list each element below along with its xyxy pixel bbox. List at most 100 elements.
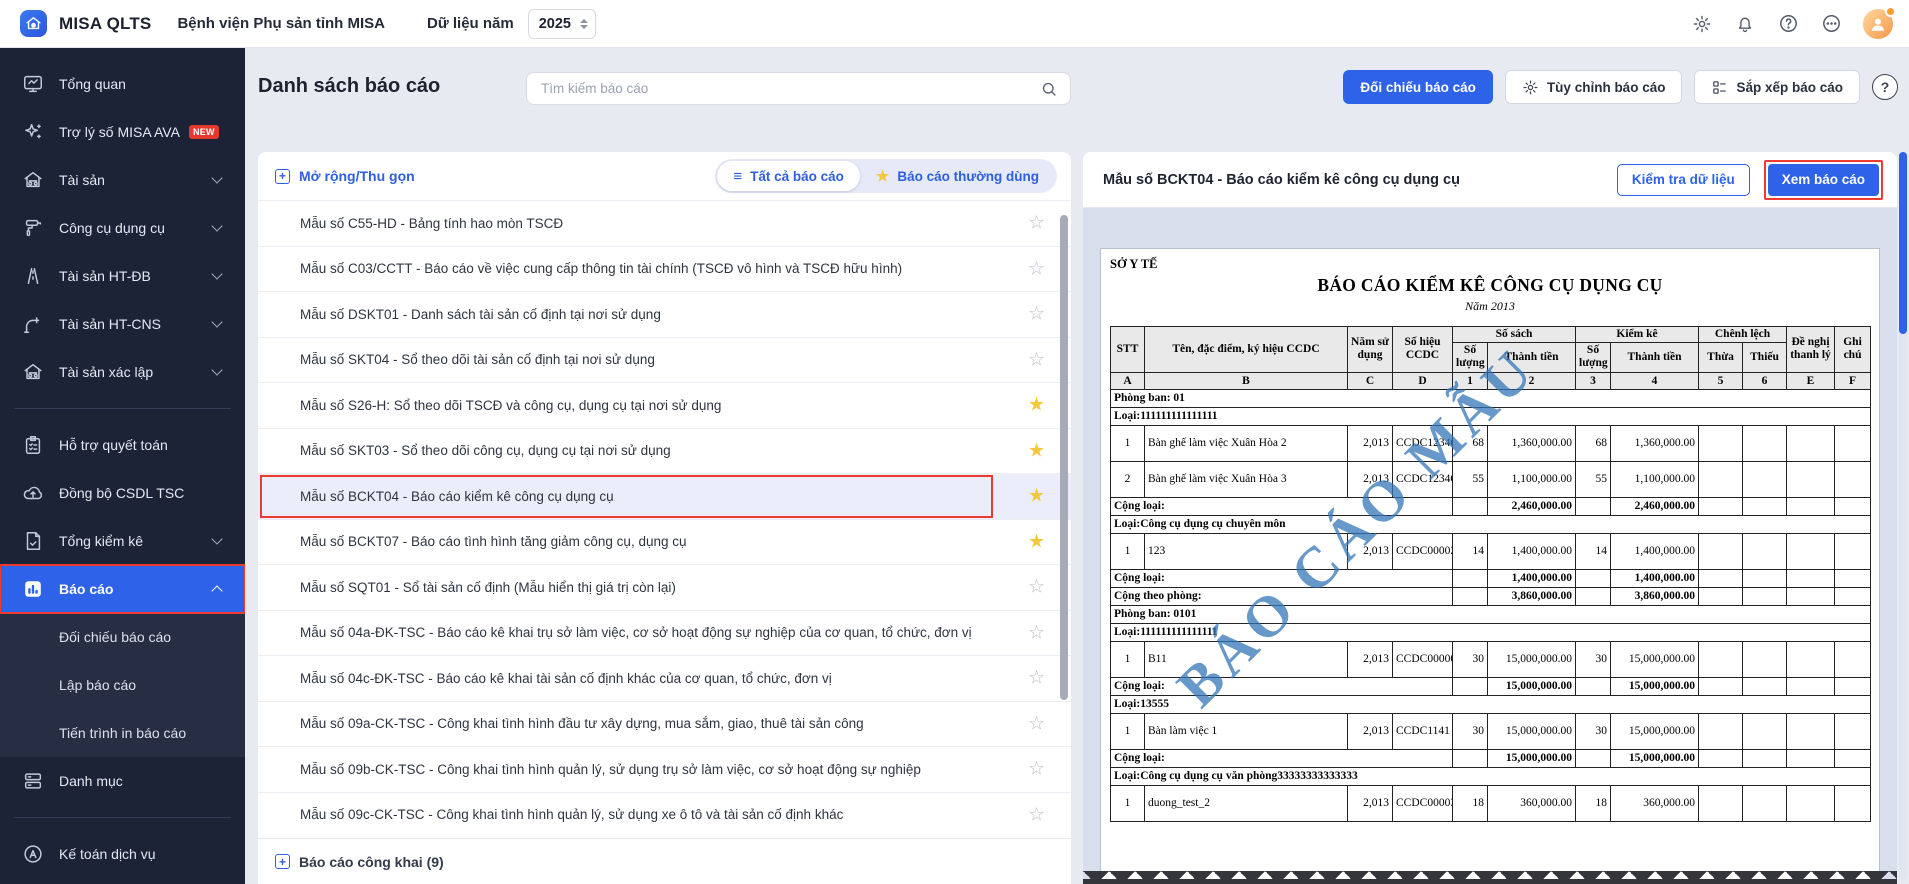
report-list-item[interactable]: Mẫu số 04c-ĐK-TSC - Báo cáo kê khai tài … <box>258 655 1071 701</box>
help-circle-button[interactable]: ? <box>1872 74 1898 100</box>
clipboard-icon <box>22 434 44 456</box>
sidebar-item-tai-san-xac-lap[interactable]: Tài sản xác lập <box>0 348 245 396</box>
sidebar-item-ho-tro-quyet-toan[interactable]: Hỗ trợ quyết toán <box>0 421 245 469</box>
filter-favorite-reports[interactable]: ★ Báo cáo thường dùng <box>860 161 1055 191</box>
check-data-button[interactable]: Kiểm tra dữ liệu <box>1617 164 1750 196</box>
report-list-item[interactable]: Mẫu số 09b-CK-TSC - Công khai tình hình … <box>258 746 1071 792</box>
report-list-item[interactable]: Mẫu số 09c-CK-TSC - Công khai tình hình … <box>258 792 1071 838</box>
report-list-item[interactable]: Mẫu số BCKT07 - Báo cáo tình hình tăng g… <box>258 519 1071 565</box>
sidebar-item-dong-bo-csdl[interactable]: Đồng bộ CSDL TSC <box>0 469 245 517</box>
preview-actions: Kiểm tra dữ liệu Xem báo cáo <box>1617 160 1883 200</box>
col-proposal: Đề nghị thanh lý <box>1787 327 1835 373</box>
more-options-icon[interactable] <box>1820 13 1842 35</box>
page-scrollbar-track[interactable] <box>1899 152 1907 880</box>
search-box[interactable] <box>526 72 1071 105</box>
submenu-item-lap-bao-cao[interactable]: Lập báo cáo <box>0 661 245 709</box>
gear-icon <box>1522 79 1539 96</box>
submenu-item-tien-trinh-in-bao-cao[interactable]: Tiến trình in báo cáo <box>0 709 245 757</box>
settings-gear-icon[interactable] <box>1691 13 1713 35</box>
report-list-item[interactable]: Mẫu số C55-HD - Bảng tính hao mòn TSCĐ ☆ <box>258 200 1071 246</box>
preview-body[interactable]: SỞ Y TẾ BÁO CÁO KIỂM KÊ CÔNG CỤ DỤNG CỤ … <box>1083 208 1897 884</box>
sidebar-item-danh-muc[interactable]: Danh mục <box>0 757 245 805</box>
report-submenu: Đối chiếu báo cáo Lập báo cáo Tiến trình… <box>0 613 245 757</box>
col-stt: STT <box>1111 327 1145 373</box>
star-icon[interactable]: ☆ <box>1028 758 1045 781</box>
col-note: Ghi chú <box>1835 327 1871 373</box>
search-input[interactable] <box>541 81 1040 96</box>
report-list-item[interactable]: Mẫu số SKT04 - Sổ theo dõi tài sản cố đị… <box>258 337 1071 383</box>
sidebar-item-tong-quan[interactable]: Tổng quan <box>0 60 245 108</box>
star-icon[interactable]: ☆ <box>1028 257 1045 280</box>
star-icon[interactable]: ☆ <box>1028 348 1045 371</box>
star-icon[interactable]: ★ <box>1028 485 1045 508</box>
table-row: Loại:Công cụ dụng cụ văn phòng3333333333… <box>1111 767 1871 785</box>
compare-report-button[interactable]: Đối chiếu báo cáo <box>1343 70 1493 104</box>
report-list-item[interactable]: Mẫu số DSKT01 - Danh sách tài sản cố địn… <box>258 291 1071 337</box>
star-icon[interactable]: ☆ <box>1028 803 1045 826</box>
list-scrollbar-thumb[interactable] <box>1060 215 1068 700</box>
public-report-group[interactable]: + Báo cáo công khai (9) <box>258 838 1071 884</box>
sidebar-item-cong-cu-dung-cu[interactable]: Công cụ dụng cụ <box>0 204 245 252</box>
filter-all-label: Tất cả báo cáo <box>750 169 844 184</box>
star-icon[interactable]: ☆ <box>1028 212 1045 235</box>
view-report-button[interactable]: Xem báo cáo <box>1768 164 1879 196</box>
public-report-group-label: Báo cáo công khai (9) <box>299 854 444 870</box>
table-row: Cộng loại:15,000,000.0015,000,000.00 <box>1111 749 1871 767</box>
star-icon[interactable]: ☆ <box>1028 576 1045 599</box>
report-chart-icon <box>22 578 44 600</box>
star-icon[interactable]: ★ <box>1028 530 1045 553</box>
submenu-item-label: Tiến trình in báo cáo <box>59 725 186 741</box>
report-list-item[interactable]: Mẫu số 09a-CK-TSC - Công khai tình hình … <box>258 701 1071 747</box>
report-item-label: Mẫu số SKT03 - Sổ theo dõi công cụ, dụng… <box>300 443 671 458</box>
app-name: MISA QLTS <box>59 14 151 34</box>
report-item-label: Mẫu số C03/CCTT - Báo cáo về việc cung c… <box>300 261 902 276</box>
page-scrollbar-thumb[interactable] <box>1899 152 1907 334</box>
report-list-item[interactable]: Mẫu số C03/CCTT - Báo cáo về việc cung c… <box>258 246 1071 292</box>
arrange-icon <box>1711 79 1728 96</box>
sidebar-item-label: Tài sản HT-CNS <box>59 316 161 332</box>
sidebar-item-bao-cao[interactable]: Báo cáo <box>0 565 245 613</box>
preview-header: Mẫu số BCKT04 - Báo cáo kiểm kê công cụ … <box>1083 152 1897 208</box>
expand-collapse-label: Mở rộng/Thu gọn <box>299 168 415 184</box>
sidebar-item-ke-toan-dich-vu[interactable]: Kế toán dịch vụ <box>0 830 245 878</box>
plus-icon: + <box>275 854 290 869</box>
sidebar-item-tai-san-ht-cns[interactable]: Tài sản HT-CNS <box>0 300 245 348</box>
help-icon[interactable] <box>1777 13 1799 35</box>
sidebar-item-tong-kiem-ke[interactable]: Tổng kiểm kê <box>0 517 245 565</box>
search-icon[interactable] <box>1040 80 1058 98</box>
report-table: STT Tên, đặc điểm, ký hiệu CCDC Năm sử d… <box>1110 326 1871 822</box>
star-icon[interactable]: ★ <box>1028 394 1045 417</box>
sidebar-item-tai-san-ht-db[interactable]: Tài sản HT-ĐB <box>0 252 245 300</box>
year-spinner[interactable]: 2025 <box>528 9 596 39</box>
report-list-item[interactable]: Mẫu số BCKT04 - Báo cáo kiểm kê công cụ … <box>258 473 1071 519</box>
table-row: Loại:13555 <box>1111 695 1871 713</box>
star-icon[interactable]: ☆ <box>1028 621 1045 644</box>
customize-report-button[interactable]: Tùy chỉnh báo cáo <box>1505 70 1683 104</box>
table-row: 11232,013CCDC000022141,400,000.00141,400… <box>1111 533 1871 569</box>
chevron-down-icon <box>211 220 222 231</box>
sidebar-item-tai-san[interactable]: Tài sản <box>0 156 245 204</box>
expand-collapse-link[interactable]: + Mở rộng/Thu gọn <box>275 168 415 184</box>
star-icon[interactable]: ★ <box>1028 439 1045 462</box>
user-avatar[interactable] <box>1863 9 1893 39</box>
report-list-panel: + Mở rộng/Thu gọn ≡ Tất cả báo cáo ★ Báo… <box>258 152 1071 884</box>
report-list-item[interactable]: Mẫu số 04a-ĐK-TSC - Báo cáo kê khai trụ … <box>258 610 1071 656</box>
screenshot-tear-edge <box>1083 868 1897 884</box>
spinner-arrows-icon[interactable] <box>580 19 588 29</box>
header-actions: Đối chiếu báo cáo Tùy chỉnh báo cáo Sắp … <box>1343 70 1898 104</box>
organization-name[interactable]: Bệnh viện Phụ sản tỉnh MISA <box>177 15 385 32</box>
sidebar-item-tro-ly-so[interactable]: Trợ lý số MISA AVA NEW <box>0 108 245 156</box>
star-icon[interactable]: ☆ <box>1028 712 1045 735</box>
report-list-item[interactable]: Mẫu số S26-H: Sổ theo dõi TSCĐ và công c… <box>258 382 1071 428</box>
star-icon[interactable]: ☆ <box>1028 667 1045 690</box>
submenu-item-doi-chieu-bao-cao[interactable]: Đối chiếu báo cáo <box>0 613 245 661</box>
col-book: Số sách <box>1453 327 1576 343</box>
filter-all-reports[interactable]: ≡ Tất cả báo cáo <box>717 161 860 191</box>
year-value: 2025 <box>539 16 571 32</box>
notifications-bell-icon[interactable] <box>1734 13 1756 35</box>
app-logo-icon[interactable] <box>20 10 47 37</box>
star-icon[interactable]: ☆ <box>1028 303 1045 326</box>
report-list-item[interactable]: Mẫu số SKT03 - Sổ theo dõi công cụ, dụng… <box>258 428 1071 474</box>
report-list-item[interactable]: Mẫu số SQT01 - Sổ tài sản cố định (Mẫu h… <box>258 564 1071 610</box>
sort-report-button[interactable]: Sắp xếp báo cáo <box>1694 70 1860 104</box>
